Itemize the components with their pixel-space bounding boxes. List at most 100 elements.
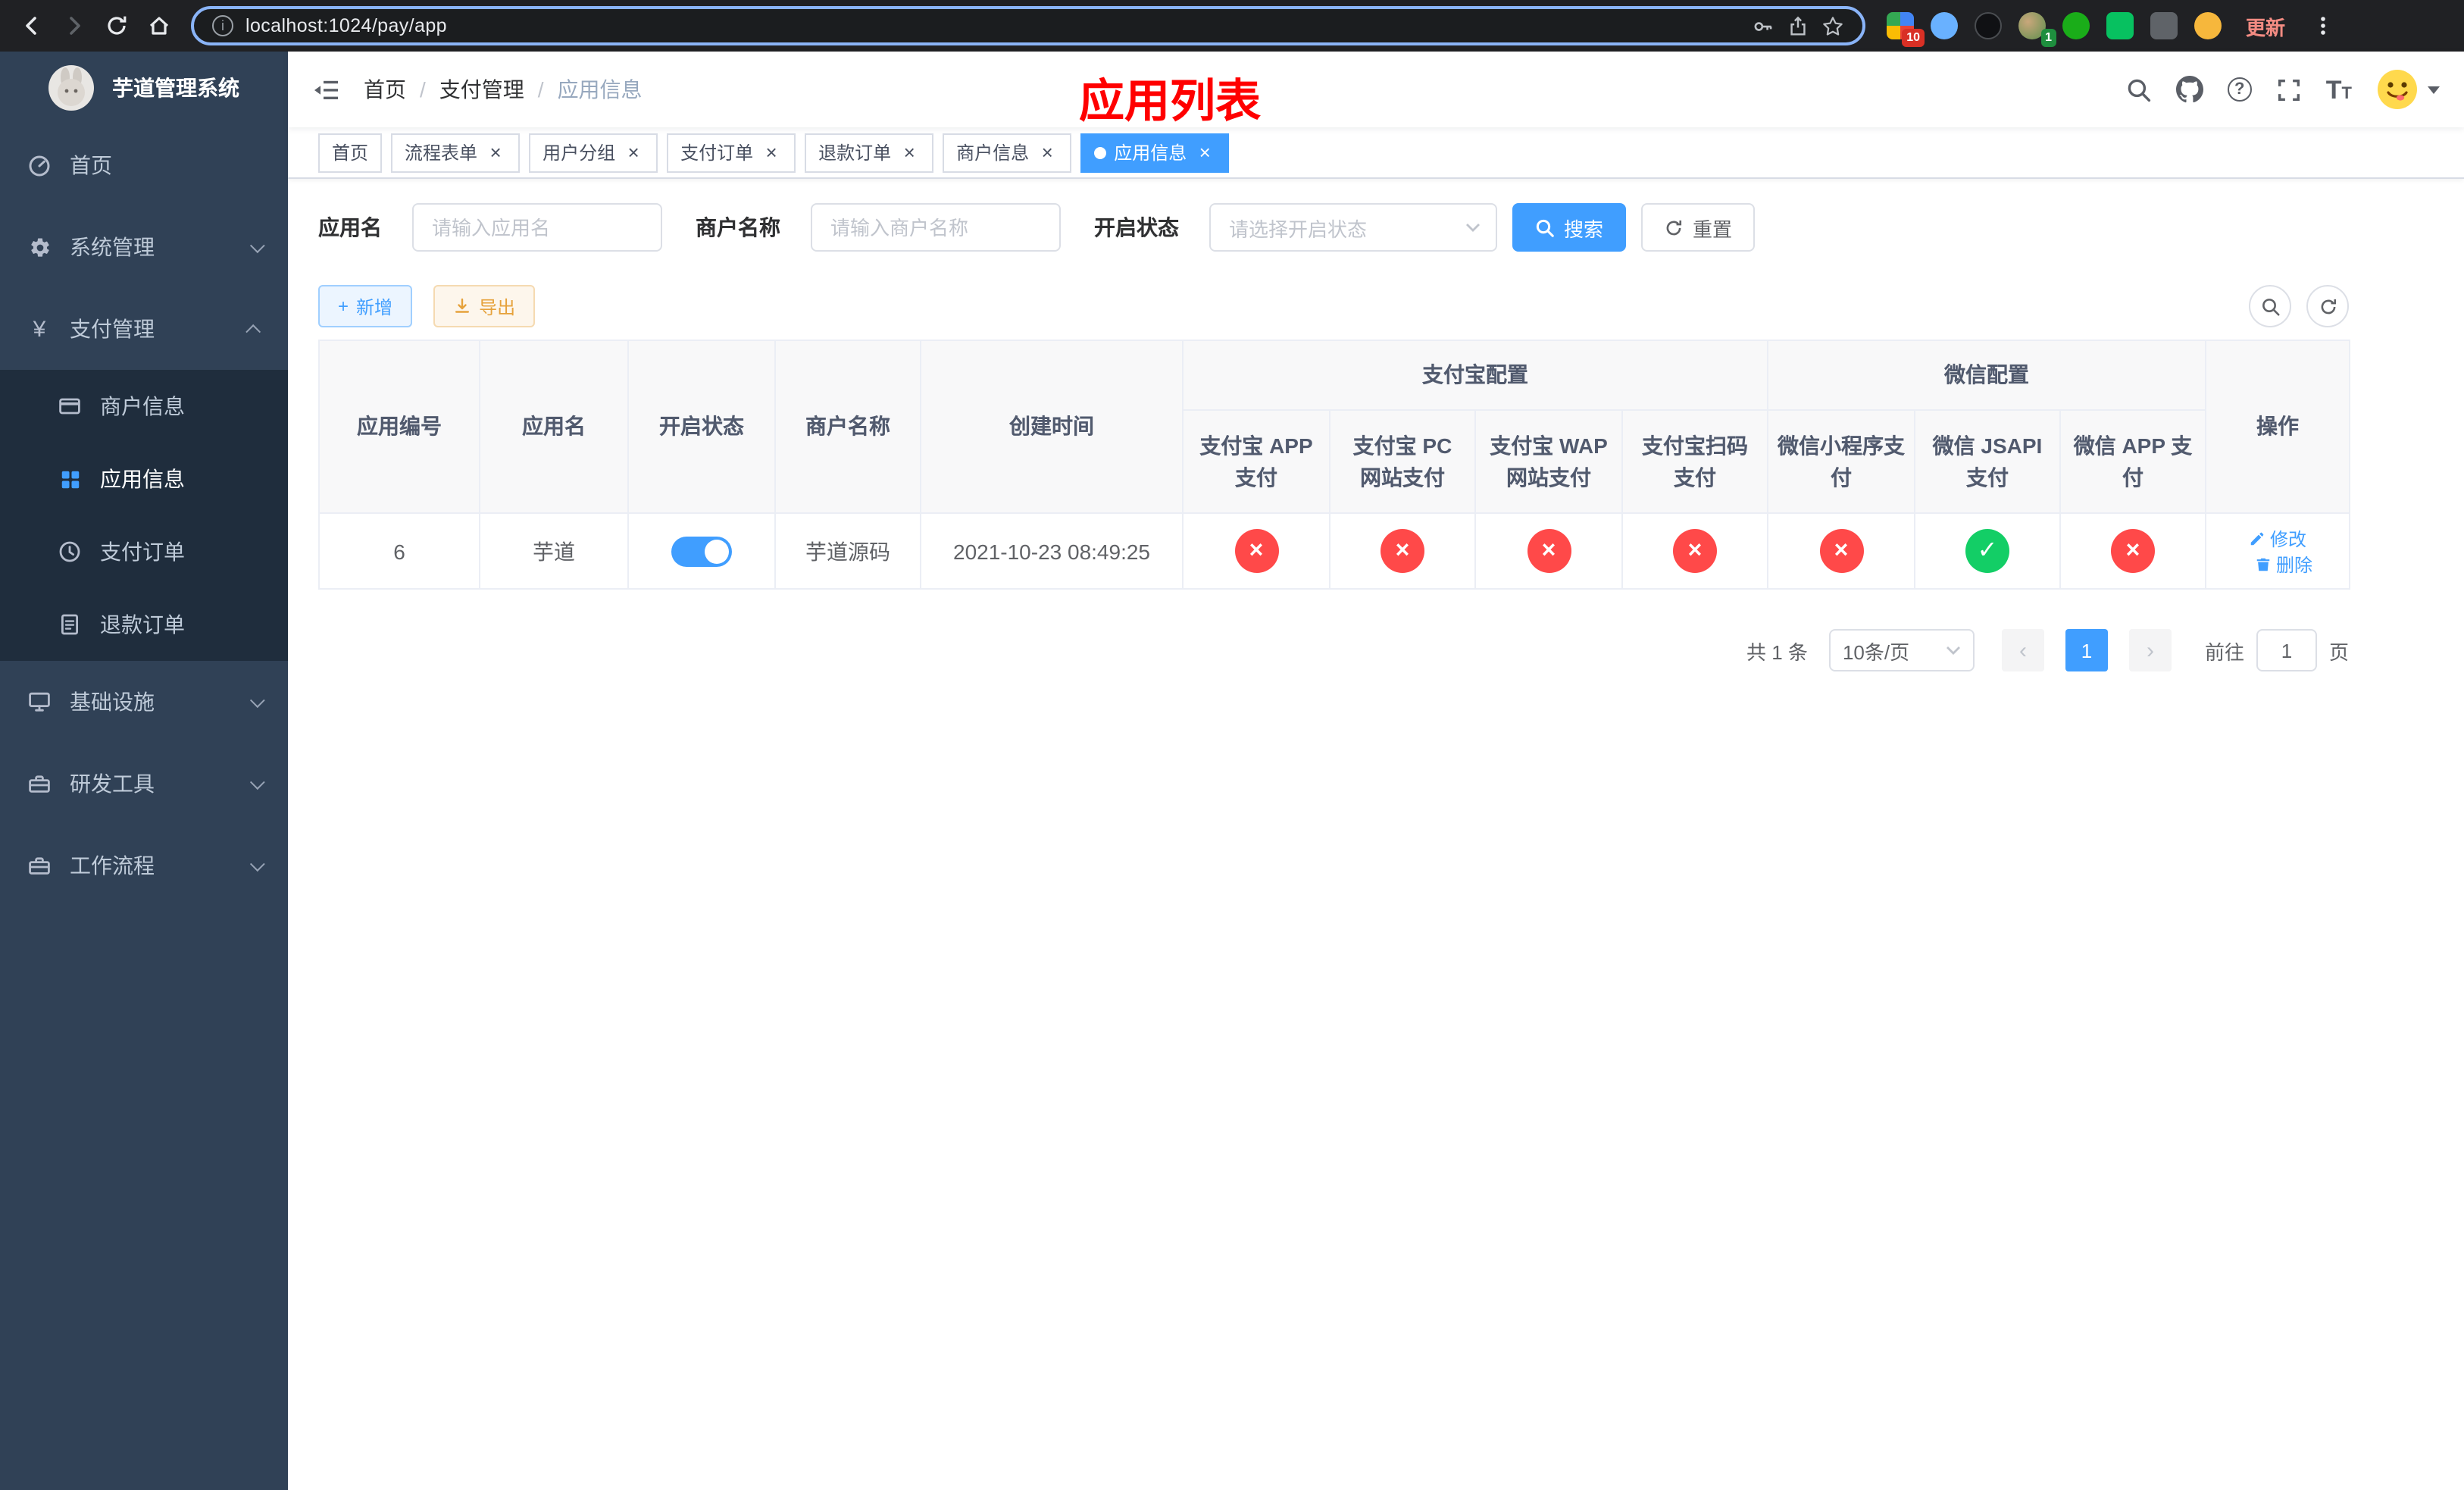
toolbox-icon — [27, 772, 52, 796]
tab-refund-order[interactable]: 退款订单 × — [805, 133, 934, 172]
github-icon[interactable] — [2175, 76, 2203, 103]
extension-icon[interactable] — [2194, 12, 2222, 39]
close-icon[interactable]: × — [761, 142, 782, 163]
sidebar-item-pay-order[interactable]: 支付订单 — [0, 515, 288, 588]
reset-button[interactable]: 重置 — [1641, 203, 1756, 252]
close-icon[interactable]: × — [623, 142, 644, 163]
sidebar-item-dev-tools[interactable]: 研发工具 — [0, 743, 288, 825]
close-icon[interactable]: × — [1194, 142, 1215, 163]
pencil-icon — [2250, 531, 2264, 545]
status-select[interactable]: 请选择开启状态 — [1209, 203, 1497, 252]
sidebar-item-label: 研发工具 — [70, 772, 155, 796]
refresh-table-icon[interactable] — [2306, 285, 2349, 327]
col-actions: 操作 — [2205, 340, 2350, 514]
tab-pay-order[interactable]: 支付订单 × — [667, 133, 796, 172]
password-key-icon[interactable] — [1752, 14, 1775, 37]
export-button[interactable]: 导出 — [433, 285, 536, 327]
app-name-input[interactable] — [412, 203, 662, 252]
status-toggle[interactable] — [671, 536, 732, 566]
sidebar-item-label: 基础设施 — [70, 690, 155, 714]
help-icon[interactable]: ? — [2227, 77, 2252, 102]
sidebar-item-app-info[interactable]: 应用信息 — [0, 443, 288, 515]
edit-button[interactable]: 修改 — [2249, 525, 2306, 551]
table-row: 6 芋道 芋道源码 2021-10-23 08:49:25 × × × × × … — [318, 512, 2350, 590]
fullscreen-icon[interactable] — [2276, 77, 2302, 102]
browser-menu-kebab-icon[interactable] — [2303, 6, 2343, 45]
next-page-button[interactable]: › — [2128, 629, 2172, 671]
sidebar-toggle-icon[interactable] — [312, 78, 339, 101]
chevron-down-icon — [2428, 86, 2440, 93]
goto-page-input[interactable] — [2256, 629, 2317, 671]
site-info-icon[interactable]: i — [212, 15, 233, 36]
sidebar-item-label: 应用信息 — [100, 467, 185, 491]
prev-page-button[interactable]: ‹ — [2001, 629, 2044, 671]
extension-icon[interactable] — [2150, 12, 2178, 39]
col-merchant-name: 商户名称 — [774, 340, 921, 514]
yen-icon: ¥ — [33, 316, 46, 342]
browser-window: i localhost:1024/pay/app 10 1 更新 芋道管理系统 … — [0, 0, 2464, 1490]
extension-icon[interactable]: 10 — [1887, 12, 1925, 47]
url-text[interactable]: localhost:1024/pay/app — [245, 15, 447, 36]
sidebar-item-workflow[interactable]: 工作流程 — [0, 825, 288, 906]
sidebar-item-system[interactable]: 系统管理 — [0, 206, 288, 288]
tab-home[interactable]: 首页 — [318, 133, 383, 172]
sidebar: 芋道管理系统 首页 系统管理 ¥ 支付管理 商户信息 应用信息 支付订单 退款订… — [0, 52, 288, 1490]
update-button[interactable]: 更新 — [2246, 11, 2285, 40]
extension-icon[interactable] — [1975, 12, 2002, 39]
plus-icon: + — [338, 296, 349, 317]
bookmark-star-icon[interactable] — [1821, 14, 1844, 37]
tab-label: 商户信息 — [956, 142, 1030, 164]
user-avatar[interactable] — [2376, 68, 2440, 111]
share-icon[interactable] — [1787, 14, 1809, 37]
extension-icon[interactable]: 1 — [2018, 12, 2056, 47]
home-icon[interactable] — [139, 6, 179, 45]
col-wechat-app: 微信 APP 支付 — [2059, 409, 2206, 514]
navbar-actions: ? TT — [2126, 68, 2440, 111]
add-button[interactable]: + 新增 — [318, 285, 413, 327]
payment-submenu: 商户信息 应用信息 支付订单 退款订单 — [0, 370, 288, 661]
col-alipay-pc: 支付宝 PC 网站支付 — [1329, 409, 1476, 514]
close-icon[interactable]: × — [1037, 142, 1058, 163]
cell-alipay-app: × — [1182, 512, 1330, 590]
page-size-select[interactable]: 10条/页 — [1828, 629, 1975, 671]
tabs-bar: 首页 流程表单 × 用户分组 × 支付订单 × 退款订单 × 商户信息 × 应用… — [288, 127, 2464, 179]
extension-icon[interactable] — [2106, 12, 2134, 39]
page-number-button[interactable]: 1 — [2065, 629, 2108, 671]
tab-user-group[interactable]: 用户分组 × — [529, 133, 658, 172]
close-icon[interactable]: × — [899, 142, 920, 163]
tab-merchant-info[interactable]: 商户信息 × — [943, 133, 1072, 172]
font-size-icon[interactable]: TT — [2326, 77, 2352, 102]
sidebar-item-home[interactable]: 首页 — [0, 124, 288, 206]
dashboard-icon — [27, 153, 52, 177]
page-title: 应用列表 — [1079, 77, 1261, 127]
tab-label: 首页 — [332, 142, 369, 164]
disabled-status-icon: × — [1673, 529, 1717, 573]
sidebar-item-refund-order[interactable]: 退款订单 — [0, 588, 288, 661]
sidebar-menu: 首页 系统管理 ¥ 支付管理 商户信息 应用信息 支付订单 退款订单 基础设施 … — [0, 124, 288, 906]
app-logo[interactable]: 芋道管理系统 — [0, 52, 288, 124]
sidebar-item-infrastructure[interactable]: 基础设施 — [0, 661, 288, 743]
back-icon[interactable] — [12, 6, 52, 45]
main-area: 首页 / 支付管理 / 应用信息 应用列表 ? T T 首页 流程表单 × 用户… — [288, 52, 2464, 1490]
breadcrumb-home[interactable]: 首页 — [364, 74, 406, 105]
document-icon — [58, 612, 82, 637]
extension-icon[interactable] — [1931, 12, 1958, 39]
forward-icon[interactable] — [55, 6, 94, 45]
tab-process-form[interactable]: 流程表单 × — [391, 133, 521, 172]
extension-icon[interactable] — [2062, 12, 2090, 39]
merchant-name-input[interactable] — [811, 203, 1061, 252]
search-button[interactable]: 搜索 — [1512, 203, 1627, 252]
delete-button[interactable]: 删除 — [2255, 551, 2312, 577]
breadcrumb-payment[interactable]: 支付管理 — [439, 74, 524, 105]
toggle-search-icon[interactable] — [2249, 285, 2291, 327]
address-bar[interactable]: i localhost:1024/pay/app — [191, 6, 1865, 45]
sidebar-item-label: 工作流程 — [70, 853, 155, 878]
close-icon[interactable]: × — [485, 142, 506, 163]
col-wechat-jsapi: 微信 JSAPI 支付 — [1914, 409, 2061, 514]
tab-app-info[interactable]: 应用信息 × — [1080, 133, 1230, 172]
search-icon[interactable] — [2126, 77, 2152, 102]
chevron-down-icon — [249, 856, 265, 872]
sidebar-item-merchant-info[interactable]: 商户信息 — [0, 370, 288, 443]
sidebar-item-payment[interactable]: ¥ 支付管理 — [0, 288, 288, 370]
reload-icon[interactable] — [97, 6, 136, 45]
